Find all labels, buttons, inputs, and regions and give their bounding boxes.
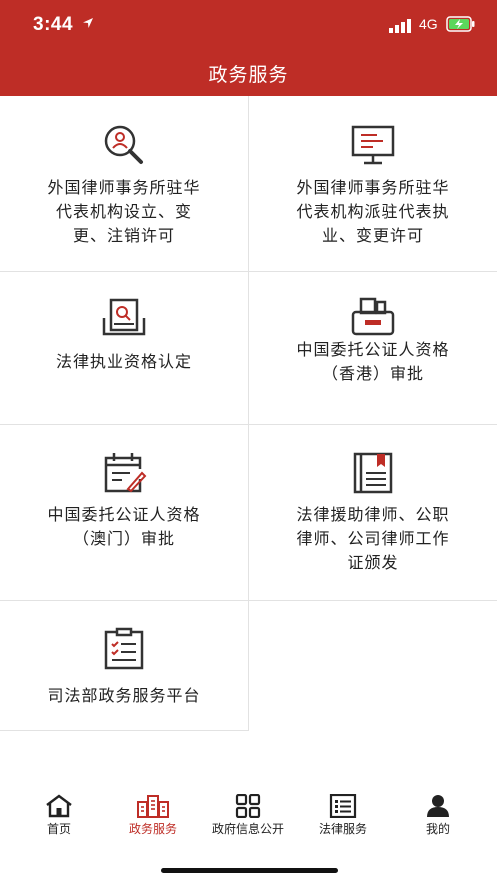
service-label-line: 司法部政务服务平台 xyxy=(47,686,201,705)
tab-government-info[interactable]: 政府信息公开 xyxy=(199,794,297,837)
clipboard-checklist-icon xyxy=(104,627,144,670)
service-item-ministry-platform[interactable]: 司法部政务服务平台 xyxy=(0,601,249,731)
book-bookmark-icon xyxy=(353,452,393,494)
search-person-icon xyxy=(104,125,143,164)
tab-label: 首页 xyxy=(46,822,71,836)
user-icon xyxy=(427,795,449,817)
service-label-line: 律师、公司律师工作 xyxy=(296,529,450,548)
location-arrow-icon xyxy=(83,18,93,28)
service-item-hk-notary[interactable]: 中国委托公证人资格 （香港）审批 xyxy=(249,272,497,425)
service-item-macau-notary[interactable]: 中国委托公证人资格 （澳门）审批 xyxy=(0,425,249,601)
tab-home[interactable]: 首页 xyxy=(10,794,108,837)
service-label-line: 外国律师事务所驻华 xyxy=(296,178,450,197)
signal-icon xyxy=(389,19,411,33)
battery-charging-icon xyxy=(446,16,475,32)
service-label-line: 法律援助律师、公职 xyxy=(296,505,450,524)
service-item-foreign-office-representative[interactable]: 外国律师事务所驻华 代表机构派驻代表执 业、变更许可 xyxy=(249,96,497,272)
network-type: 4G xyxy=(419,16,438,32)
service-item-legal-qualification[interactable]: 法律执业资格认定 xyxy=(0,272,249,425)
tab-label: 政务服务 xyxy=(128,822,177,836)
service-label-line: 代表机构设立、变 xyxy=(55,202,192,221)
monitor-icon xyxy=(351,125,395,165)
home-indicator[interactable] xyxy=(161,868,338,873)
tab-label: 法律服务 xyxy=(318,822,367,836)
header-bar: 3:44 4G 政务服务 xyxy=(0,0,497,96)
service-label-line: （澳门）审批 xyxy=(72,529,175,548)
calendar-pen-icon xyxy=(104,453,147,493)
service-label-line: 证颁发 xyxy=(347,553,399,572)
home-icon xyxy=(46,794,72,818)
document-search-icon xyxy=(102,298,146,336)
grid-icon xyxy=(235,794,261,818)
service-label-line: 外国律师事务所驻华 xyxy=(47,178,201,197)
service-item-foreign-office-setup[interactable]: 外国律师事务所驻华 代表机构设立、变 更、注销许可 xyxy=(0,96,249,272)
service-label-line: 中国委托公证人资格 xyxy=(296,340,450,359)
page-title: 政务服务 xyxy=(208,64,289,86)
service-label-line: 法律执业资格认定 xyxy=(55,352,192,371)
status-bar: 3:44 4G xyxy=(0,0,497,50)
service-label-line: 中国委托公证人资格 xyxy=(47,505,201,524)
service-label-line: 代表机构派驻代表执 xyxy=(296,202,450,221)
status-time: 3:44 xyxy=(33,14,74,35)
service-label-line: 更、注销许可 xyxy=(72,226,175,245)
tab-government-services[interactable]: 政务服务 xyxy=(104,794,202,837)
building-icon xyxy=(137,795,169,818)
service-label-line: （香港）审批 xyxy=(321,364,424,383)
printer-icon xyxy=(351,297,395,336)
service-item-legal-aid-lawyer[interactable]: 法律援助律师、公职 律师、公司律师工作 证颁发 xyxy=(249,425,497,601)
service-label-line: 业、变更许可 xyxy=(321,226,424,245)
tab-legal-services[interactable]: 法律服务 xyxy=(294,794,392,837)
tab-mine[interactable]: 我的 xyxy=(389,794,487,837)
list-icon xyxy=(329,794,357,818)
tab-label: 政府信息公开 xyxy=(211,822,284,836)
tab-label: 我的 xyxy=(425,822,450,836)
